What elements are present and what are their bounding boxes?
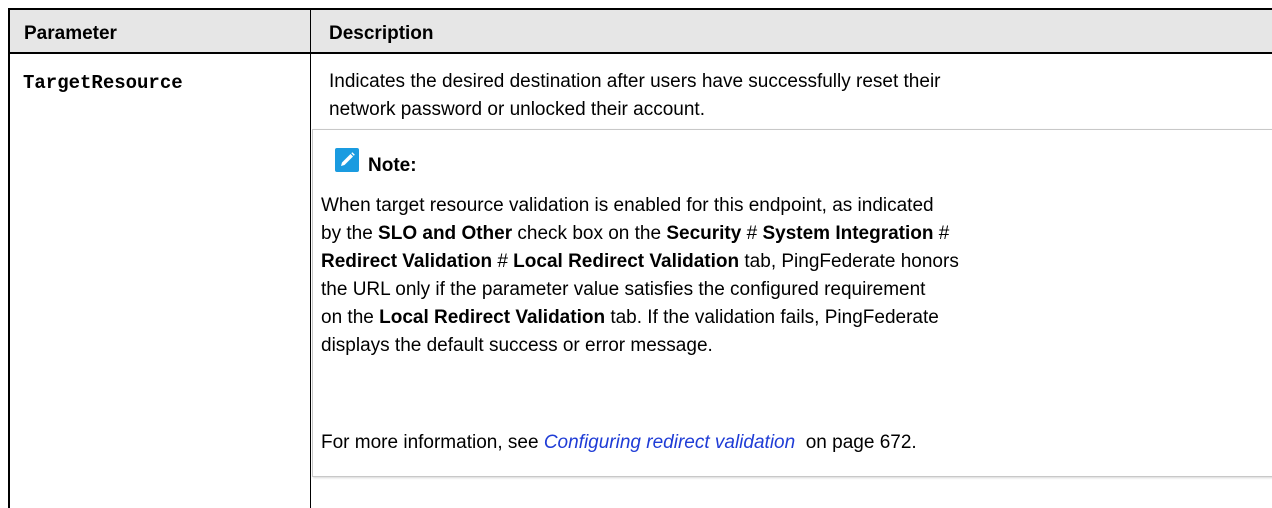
note-line: the URL only if the parameter value sati…: [321, 279, 926, 300]
description-line: Indicates the desired destination after …: [329, 71, 941, 92]
note-line: by the SLO and Other check box on the Se…: [321, 223, 950, 244]
note-box: Note: When target resource validation is…: [312, 129, 1272, 477]
pencil-icon: [335, 148, 359, 172]
column-divider: [310, 8, 311, 508]
table-header: Parameter Description: [8, 8, 1272, 54]
parameter-name: TargetResource: [23, 72, 183, 94]
description-line: network password or unlocked their accou…: [329, 99, 705, 120]
redirect-validation-link[interactable]: Configuring redirect validation: [544, 432, 795, 453]
header-parameter: Parameter: [24, 23, 117, 44]
note-title: Note:: [368, 155, 417, 176]
header-description: Description: [329, 23, 434, 44]
note-body: When target resource validation is enabl…: [321, 192, 1251, 360]
more-info: For more information, see Configuring re…: [321, 432, 917, 454]
note-line: displays the default success or error me…: [321, 335, 713, 356]
note-line: When target resource validation is enabl…: [321, 195, 934, 216]
table-left-border: [8, 8, 10, 508]
note-line: Redirect Validation # Local Redirect Val…: [321, 251, 959, 272]
parameter-description: Indicates the desired destination after …: [329, 68, 1259, 124]
more-info-prefix: For more information, see: [321, 432, 544, 453]
note-line: on the Local Redirect Validation tab. If…: [321, 307, 939, 328]
more-info-suffix: on page 672.: [795, 432, 917, 453]
